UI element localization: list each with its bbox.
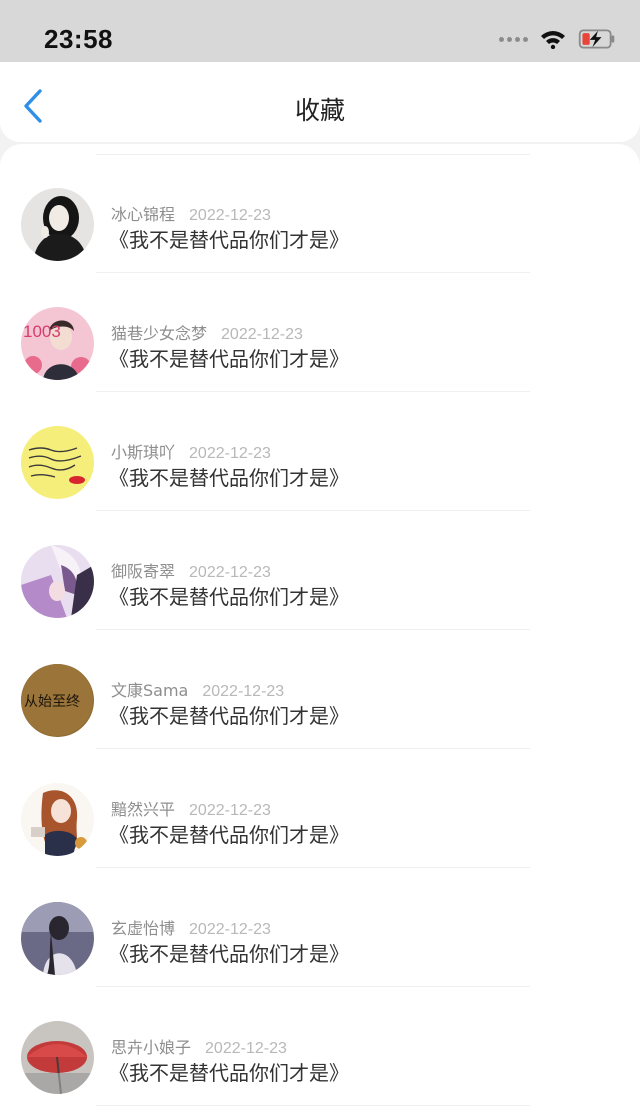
avatar-text: 1003: [23, 322, 61, 341]
book-title: 《我不是替代品你们才是》: [109, 347, 349, 371]
date: 2022-12-23: [189, 564, 271, 581]
username: 玄虚怡博: [111, 919, 176, 938]
favorite-item[interactable]: 思卉小娘子 2022-12-23 《我不是替代品你们才是》: [0, 987, 640, 1106]
date: 2022-12-23: [221, 326, 303, 343]
status-icons: [499, 26, 616, 52]
status-bar: 23:58: [0, 0, 640, 62]
username: 御阪寄翠: [111, 562, 176, 581]
avatar: [21, 426, 94, 499]
status-time: 23:58: [44, 24, 113, 54]
favorite-item[interactable]: 御阪寄翠 2022-12-23 《我不是替代品你们才是》: [0, 511, 640, 630]
username: 小斯琪吖: [111, 443, 176, 462]
page-title: 收藏: [294, 96, 345, 125]
date: 2022-12-23: [205, 1040, 287, 1057]
book-title: 《我不是替代品你们才是》: [109, 466, 349, 490]
avatar: [21, 545, 94, 618]
signal-dots-icon: [499, 36, 528, 42]
book-title: 《我不是替代品你们才是》: [109, 1061, 349, 1085]
favorites-list: 冰心锦程 2022-12-23 《我不是替代品你们才是》 1003 猫巷少女念梦 2…: [0, 144, 640, 1115]
username: 猫巷少女念梦: [111, 324, 208, 343]
date: 2022-12-23: [189, 207, 271, 224]
book-title: 《我不是替代品你们才是》: [109, 228, 349, 252]
favorite-item[interactable]: 冰心锦程 2022-12-23 《我不是替代品你们才是》: [0, 154, 640, 273]
book-title: 《我不是替代品你们才是》: [109, 585, 349, 609]
username: 文康Sama: [111, 681, 189, 700]
avatar: [21, 783, 94, 856]
favorite-item[interactable]: 小斯琪吖 2022-12-23 《我不是替代品你们才是》: [0, 392, 640, 511]
avatar: [21, 1021, 94, 1094]
divider: [96, 1105, 530, 1106]
book-title: 《我不是替代品你们才是》: [109, 704, 349, 728]
battery-charging-icon: [578, 29, 615, 49]
favorite-item[interactable]: 黯然兴平 2022-12-23 《我不是替代品你们才是》: [0, 749, 640, 868]
nav-header: 收藏: [0, 62, 640, 142]
favorite-item[interactable]: 从始至终 文康Sama 2022-12-23 《我不是替代品你们才是》: [0, 630, 640, 749]
date: 2022-12-23: [202, 683, 285, 700]
avatar: [21, 902, 94, 975]
avatar: 1003: [21, 307, 94, 380]
avatar: [21, 188, 94, 261]
username: 思卉小娘子: [111, 1038, 192, 1057]
avatar: 从始至终: [21, 664, 94, 737]
avatar-text: 从始至终: [24, 694, 80, 710]
username: 冰心锦程: [111, 205, 176, 224]
book-title: 《我不是替代品你们才是》: [109, 942, 349, 966]
username: 黯然兴平: [111, 800, 176, 819]
book-title: 《我不是替代品你们才是》: [109, 823, 349, 847]
favorite-item[interactable]: 1003 猫巷少女念梦 2022-12-23 《我不是替代品你们才是》: [0, 273, 640, 392]
date: 2022-12-23: [189, 445, 271, 462]
wifi-icon: [541, 31, 565, 49]
favorite-item[interactable]: 玄虚怡博 2022-12-23 《我不是替代品你们才是》: [0, 868, 640, 987]
date: 2022-12-23: [189, 802, 271, 819]
date: 2022-12-23: [189, 921, 271, 938]
